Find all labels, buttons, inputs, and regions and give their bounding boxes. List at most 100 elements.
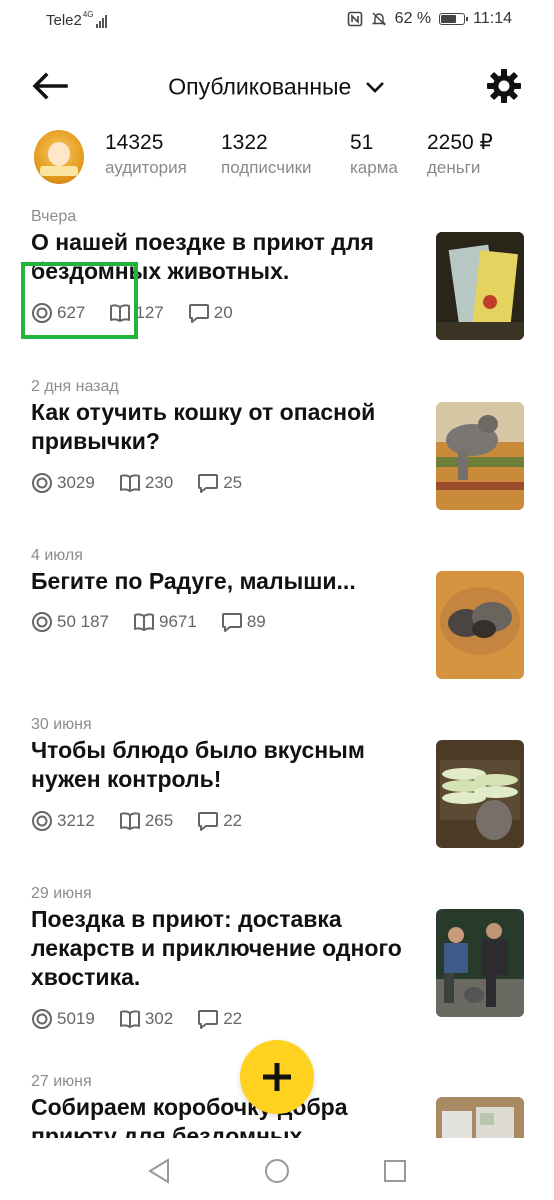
- stat-label: подписчики: [221, 158, 312, 177]
- reads-value: 265: [144, 811, 174, 830]
- views-value: 5019: [57, 1009, 95, 1028]
- thumbnail-image: [436, 232, 524, 340]
- gear-icon: [487, 69, 521, 103]
- comments-value: 20: [213, 303, 233, 322]
- article-meta: 5019 302 22: [31, 1008, 266, 1030]
- reads-value: 302: [144, 1009, 174, 1028]
- comments-count: 22: [197, 1009, 242, 1029]
- system-nav-bar: [0, 1140, 554, 1200]
- battery-percent: 62 %: [394, 10, 432, 27]
- signal-icon: [95, 14, 107, 28]
- thumbnail-image: [436, 571, 524, 679]
- article-card[interactable]: 29 июня Поездка в приют: доставка лекарс…: [0, 885, 554, 1065]
- article-title: Чтобы блюдо было вкусным нужен контроль!: [31, 737, 365, 792]
- nav-back-button[interactable]: [144, 1156, 174, 1186]
- thumbnail-image: [436, 402, 524, 510]
- nav-recents-button[interactable]: [380, 1156, 410, 1186]
- stat-value: 1322: [221, 131, 268, 154]
- comment-icon: [221, 613, 242, 632]
- comments-value: 22: [223, 811, 243, 830]
- nav-recents-icon: [384, 1160, 406, 1182]
- battery-icon: [439, 13, 469, 25]
- article-card[interactable]: 2 дня назад Как отучить кошку от опасной…: [0, 378, 554, 538]
- article-meta: 3212 265 22: [31, 810, 266, 832]
- article-date: 2 дня назад: [31, 378, 119, 395]
- highlight-box: [21, 262, 138, 339]
- stat-audience: 14325 аудитория: [105, 130, 187, 180]
- carrier-label: Tele2: [46, 12, 82, 29]
- stat-money: 2250 ₽ деньги: [427, 130, 493, 180]
- eye-icon: [32, 1009, 52, 1029]
- status-bar: Tele2 4G 62 % 11:14: [0, 0, 554, 42]
- article-meta: 3029 230 25: [31, 472, 266, 494]
- views-count: 3212: [31, 810, 95, 832]
- article-title: Бегите по Радуге, малыши...: [31, 568, 356, 594]
- reads-value: 230: [144, 473, 174, 492]
- reads-count: 265: [119, 811, 173, 831]
- views-value: 50 187: [57, 612, 109, 631]
- comments-value: 89: [246, 612, 266, 631]
- nfc-icon: [347, 11, 362, 27]
- views-value: 3212: [57, 811, 95, 830]
- article-meta: 50 187 9671 89: [31, 611, 290, 633]
- eye-icon: [32, 612, 52, 632]
- views-count: 5019: [31, 1008, 95, 1030]
- article-card[interactable]: 30 июня Чтобы блюдо было вкусным нужен к…: [0, 716, 554, 876]
- thumbnail-image: [436, 740, 524, 848]
- book-icon: [119, 1010, 140, 1028]
- stat-value: 2250 ₽: [427, 131, 493, 154]
- book-icon: [119, 812, 140, 830]
- comments-value: 25: [223, 473, 243, 492]
- mute-bell-icon: [371, 12, 386, 26]
- eye-icon: [32, 473, 52, 493]
- comment-icon: [198, 474, 219, 493]
- status-icons: 62 % 11:14: [347, 10, 512, 28]
- carrier-info: Tele2 4G: [46, 10, 107, 29]
- clock: 11:14: [473, 10, 512, 27]
- section-dropdown[interactable]: Опубликованные: [0, 72, 554, 100]
- comments-count: 25: [197, 473, 242, 493]
- book-icon: [119, 474, 140, 492]
- article-thumbnail: [436, 909, 524, 1017]
- article-title: Поездка в приют: доставка лекарств и при…: [31, 906, 402, 990]
- views-count: 50 187: [31, 611, 109, 633]
- article-card[interactable]: 4 июля Бегите по Радуге, малыши... 50 18…: [0, 547, 554, 707]
- article-date: 4 июля: [31, 547, 83, 564]
- plus-icon: [263, 1063, 291, 1091]
- eye-icon: [32, 811, 52, 831]
- reads-count: 230: [119, 473, 173, 493]
- stat-label: карма: [350, 158, 398, 177]
- channel-stats: 14325 аудитория 1322 подписчики 51 карма…: [0, 130, 554, 190]
- reads-value: 9671: [159, 612, 197, 631]
- stat-label: аудитория: [105, 158, 187, 177]
- comments-count: 20: [188, 303, 233, 323]
- page-title: Опубликованные: [168, 73, 352, 100]
- article-thumbnail: [436, 571, 524, 679]
- reads-value: 127: [135, 303, 164, 322]
- nav-back-icon: [148, 1158, 169, 1184]
- reads-count: 9671: [133, 612, 197, 632]
- comment-icon: [198, 812, 219, 831]
- nav-home-button[interactable]: [262, 1156, 292, 1186]
- views-count: 3029: [31, 472, 95, 494]
- article-thumbnail: [436, 740, 524, 848]
- comments-count: 22: [197, 811, 242, 831]
- article-thumbnail: [436, 402, 524, 510]
- article-date: 27 июня: [31, 1073, 92, 1090]
- views-value: 3029: [57, 473, 95, 492]
- network-type: 4G: [82, 10, 94, 19]
- stat-value: 14325: [105, 131, 164, 154]
- book-icon: [134, 613, 154, 631]
- reads-count: 302: [119, 1009, 173, 1029]
- nav-home-icon: [265, 1159, 289, 1183]
- settings-button[interactable]: [484, 66, 524, 106]
- comment-icon: [188, 304, 209, 323]
- article-date: 29 июня: [31, 885, 92, 902]
- stat-subscribers: 1322 подписчики: [221, 130, 312, 180]
- article-title: Как отучить кошку от опасной привычки?: [31, 399, 376, 454]
- article-date: Вчера: [31, 208, 77, 225]
- avatar[interactable]: [34, 130, 84, 184]
- comments-value: 22: [223, 1009, 243, 1028]
- add-article-button[interactable]: [240, 1040, 314, 1114]
- article-thumbnail: [436, 232, 524, 340]
